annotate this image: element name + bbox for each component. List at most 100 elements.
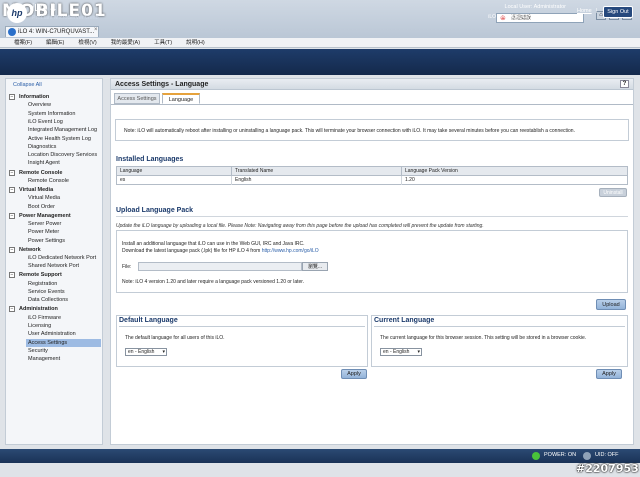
sidebar-section-label: Remote Support: [19, 272, 62, 279]
upload-instruction: Install an additional language that iLO …: [122, 241, 305, 247]
ilo-title: iLO 4: [32, 3, 56, 14]
col-pack-version: Language Pack Version: [402, 167, 627, 176]
sidebar-item-shared-network-port[interactable]: Shared Network Port: [28, 262, 79, 270]
uid-status-icon[interactable]: [583, 452, 591, 460]
sidebar-section-information[interactable]: − Information: [9, 93, 49, 101]
sidebar-item-power-settings[interactable]: Power Settings: [28, 237, 65, 245]
uninstall-button[interactable]: Uninstall: [599, 188, 627, 197]
main-panel: Access Settings - Language ? Access Sett…: [110, 78, 634, 445]
sidebar-item-management[interactable]: Management: [28, 355, 60, 363]
sidebar-item-power-meter[interactable]: Power Meter: [28, 228, 59, 236]
sidebar-section-virtual-media[interactable]: − Virtual Media: [9, 186, 53, 194]
sidebar-item-virtual-media[interactable]: Virtual Media: [28, 194, 60, 202]
current-language-heading: Current Language: [374, 317, 435, 324]
sidebar-item-integrated-management-log[interactable]: Integrated Management Log: [28, 126, 97, 134]
menu-favorites[interactable]: 我的最愛(A): [111, 38, 140, 48]
sidebar-item-overview[interactable]: Overview: [28, 101, 51, 109]
table-cell-translated-name: English: [232, 176, 402, 185]
power-status: POWER: ON: [544, 452, 577, 458]
sidebar-item-registration[interactable]: Registration: [28, 280, 57, 288]
navigation-sidebar: Collapse All − Information Overview System …: [5, 78, 103, 445]
collapse-toggle-icon[interactable]: −: [9, 186, 15, 193]
menu-bar: 檔案(F) 編輯(E) 檢視(V) 我的最愛(A) 工具(T) 說明(H): [0, 38, 640, 48]
upload-description: Update the iLO language by uploading a l…: [116, 223, 484, 229]
help-icon[interactable]: ?: [620, 80, 629, 88]
download-instruction-text: Download the latest language pack (.lpk)…: [122, 248, 261, 254]
default-language-panel: Default Language The default language fo…: [116, 315, 368, 367]
file-label: File:: [122, 264, 132, 270]
ilo-header: [0, 49, 640, 75]
sidebar-item-ilo-firmware[interactable]: iLO Firmware: [28, 314, 61, 322]
sidebar-item-licensing[interactable]: Licensing: [28, 322, 51, 330]
chevron-down-icon: ▾: [417, 349, 420, 355]
browser-tab[interactable]: iLO 4: WIN-C7URQUVAST...: [5, 26, 99, 37]
ilo-download-link[interactable]: http://www.hp.com/go/iLO: [262, 248, 319, 254]
sidebar-item-remote-console[interactable]: Remote Console: [28, 177, 69, 185]
menu-file[interactable]: 檔案(F): [14, 38, 32, 48]
menu-edit[interactable]: 編輯(E): [46, 38, 64, 48]
sidebar-item-system-information[interactable]: System Information: [28, 110, 75, 118]
sign-out-button[interactable]: Sign Out: [603, 6, 633, 18]
sidebar-item-location-discovery-services[interactable]: Location Discovery Services: [28, 151, 97, 159]
tab-language[interactable]: Language: [162, 93, 200, 104]
browse-button[interactable]: 瀏覽...: [302, 262, 328, 271]
upload-button[interactable]: Upload: [596, 299, 626, 310]
server-model: ProLiant MicroServer Gen8: [32, 15, 99, 21]
collapse-all-link[interactable]: Collapse All: [13, 82, 42, 88]
apply-current-language-button[interactable]: Apply: [596, 369, 622, 379]
browser-tab-title: iLO 4: WIN-C7URQUVAST...: [18, 29, 95, 35]
sidebar-item-server-power[interactable]: Server Power: [28, 220, 61, 228]
download-instruction: Download the latest language pack (.lpk)…: [122, 248, 319, 254]
installed-languages-heading: Installed Languages: [116, 156, 184, 163]
installed-languages-table: Language Translated Name Language Pack V…: [116, 166, 628, 185]
default-language-description: The default language for all users of th…: [125, 335, 225, 341]
sidebar-section-power-management[interactable]: − Power Management: [9, 212, 71, 220]
sidebar-item-boot-order[interactable]: Boot Order: [28, 203, 55, 211]
sidebar-section-remote-support[interactable]: − Remote Support: [9, 271, 62, 279]
upload-language-pack-heading: Upload Language Pack: [116, 207, 194, 214]
current-language-value: en - English: [383, 349, 410, 355]
menu-tools[interactable]: 工具(T): [154, 38, 172, 48]
collapse-toggle-icon[interactable]: −: [9, 169, 15, 176]
table-cell-language: es: [117, 176, 232, 185]
menu-view[interactable]: 檢視(V): [78, 38, 96, 48]
default-language-select[interactable]: en - English ▾: [125, 348, 167, 356]
home-link[interactable]: Home: [577, 8, 592, 14]
sidebar-section-administration[interactable]: − Administration: [9, 305, 58, 313]
sidebar-item-diagnostics[interactable]: Diagnostics: [28, 143, 56, 151]
sidebar-item-insight-agent[interactable]: Insight Agent: [28, 159, 60, 167]
sidebar-item-access-settings[interactable]: Access Settings: [26, 338, 101, 347]
tab-close-icon[interactable]: ×: [94, 27, 98, 33]
collapse-toggle-icon[interactable]: −: [9, 212, 15, 219]
sidebar-item-ilo-dedicated-network-port[interactable]: iLO Dedicated Network Port: [28, 254, 96, 262]
current-language-select[interactable]: en - English ▾: [380, 348, 422, 356]
default-language-value: en - English: [128, 349, 155, 355]
table-cell-version: 1.20: [405, 177, 415, 183]
col-translated-name: Translated Name: [232, 167, 402, 176]
sidebar-item-ilo-event-log[interactable]: iLO Event Log: [28, 118, 63, 126]
tab-access-settings[interactable]: Access Settings: [114, 93, 160, 104]
ie-icon: [8, 28, 16, 36]
sidebar-item-user-administration[interactable]: User Administration: [28, 330, 76, 338]
sidebar-section-label: Information: [19, 94, 50, 100]
collapse-toggle-icon[interactable]: −: [9, 94, 15, 100]
sidebar-item-active-health-system-log[interactable]: Active Health System Log: [28, 135, 91, 143]
collapse-toggle-icon[interactable]: −: [9, 246, 15, 253]
ilo-hostname: iLO Hostname:ILOSGH3289227.lan: [488, 14, 568, 20]
apply-default-language-button[interactable]: Apply: [341, 369, 367, 379]
sidebar-section-network[interactable]: − Network: [9, 246, 41, 254]
chevron-down-icon: ▾: [162, 349, 165, 355]
sidebar-item-data-collections[interactable]: Data Collections: [28, 296, 68, 304]
menu-help[interactable]: 說明(H): [186, 38, 205, 48]
sidebar-item-service-events[interactable]: Service Events: [28, 288, 65, 296]
sidebar-item-security[interactable]: Security: [28, 347, 48, 355]
watermark-id: #2207953: [576, 462, 639, 475]
power-status-icon: [532, 452, 540, 460]
file-path-input[interactable]: [138, 262, 302, 271]
current-language-description: The current language for this browser se…: [380, 335, 587, 341]
panel-divider: [374, 326, 625, 327]
collapse-toggle-icon[interactable]: −: [9, 272, 15, 279]
sidebar-section-remote-console[interactable]: − Remote Console: [9, 169, 62, 177]
collapse-toggle-icon[interactable]: −: [9, 306, 15, 313]
col-language: Language: [117, 167, 232, 176]
